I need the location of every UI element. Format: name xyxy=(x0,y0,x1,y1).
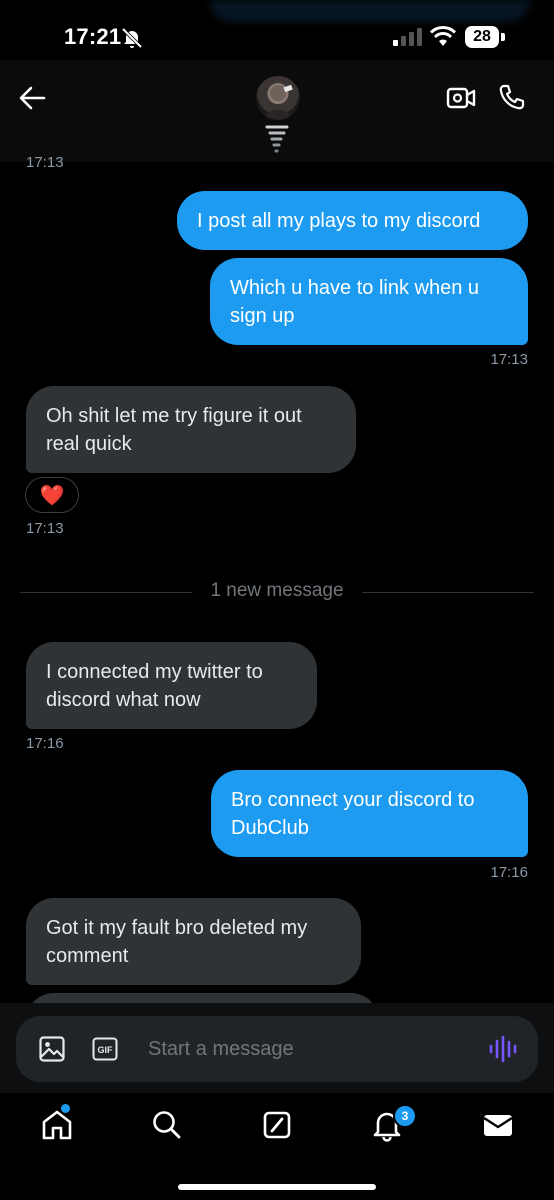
message-bubble-incoming[interactable]: Oh shit let me try figure it out real qu… xyxy=(26,386,356,473)
compose-icon[interactable] xyxy=(260,1108,294,1142)
new-message-divider: 1 new message xyxy=(210,580,344,601)
message-timestamp: 17:16 xyxy=(26,735,64,752)
bell-muted-icon xyxy=(121,27,143,49)
message-timestamp: 17:13 xyxy=(26,520,64,537)
message-timestamp: 17:13 xyxy=(26,154,64,171)
battery-level: 28 xyxy=(465,26,499,48)
message-timestamp: 17:13 xyxy=(490,351,528,368)
home-unread-dot xyxy=(61,1104,70,1113)
mail-icon[interactable] xyxy=(481,1108,515,1142)
message-bubble-incoming[interactable]: Got it my fault bro deleted my comment xyxy=(26,898,361,985)
tornado-badge-icon xyxy=(265,125,289,153)
home-icon[interactable] xyxy=(40,1108,74,1142)
battery-cap xyxy=(501,33,505,41)
message-bubble-outgoing[interactable]: I post all my plays to my discord xyxy=(177,191,528,250)
battery-indicator: 28 xyxy=(465,26,505,48)
notification-count-badge: 3 xyxy=(393,1104,417,1128)
message-input[interactable] xyxy=(148,1034,458,1064)
home-indicator xyxy=(178,1184,376,1190)
gif-label: GIF xyxy=(98,1045,114,1055)
signal-icon xyxy=(393,28,422,46)
message-bubble-outgoing[interactable]: Which u have to link when u sign up xyxy=(210,258,528,345)
search-icon[interactable] xyxy=(150,1108,184,1142)
avatar[interactable] xyxy=(256,76,300,120)
voice-message-icon[interactable] xyxy=(488,1035,518,1063)
message-bubble-outgoing[interactable]: Bro connect your discord to DubClub xyxy=(211,770,528,857)
gif-icon[interactable]: GIF xyxy=(92,1037,118,1061)
status-time: 17:21 xyxy=(64,24,122,49)
wifi-icon xyxy=(430,26,456,46)
image-icon[interactable] xyxy=(38,1035,66,1063)
divider-line-left xyxy=(20,592,192,593)
divider-line-right xyxy=(362,592,534,593)
phone-call-icon[interactable] xyxy=(498,83,526,111)
message-timestamp: 17:16 xyxy=(490,864,528,881)
video-call-icon[interactable] xyxy=(446,86,476,110)
back-arrow-icon[interactable] xyxy=(18,85,46,111)
message-bubble-incoming[interactable]: I connected my twitter to discord what n… xyxy=(26,642,317,729)
status-bar-glow xyxy=(210,0,530,22)
heart-reaction[interactable]: ❤️ xyxy=(25,477,79,513)
